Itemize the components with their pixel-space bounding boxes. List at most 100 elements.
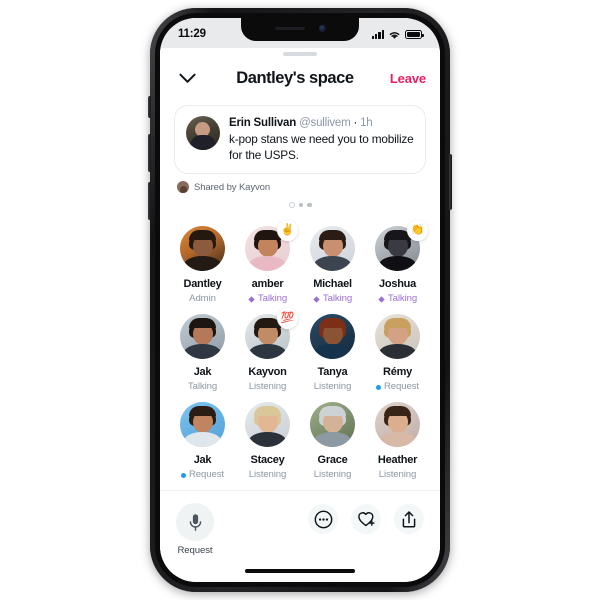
chevron-down-icon[interactable] (174, 65, 200, 91)
participant-status-label: Listening (248, 469, 287, 480)
talking-mic-icon (313, 295, 320, 303)
participant-name: Kayvon (248, 366, 287, 378)
page-dot-2[interactable] (298, 202, 303, 208)
talking-mic-icon (378, 295, 385, 303)
participant-avatar-wrap (375, 402, 420, 447)
participant-status: Listening (379, 469, 417, 481)
battery-icon (405, 30, 424, 39)
shared-by-row: Shared by Kayvon (177, 181, 440, 193)
action-icons-group (308, 504, 424, 534)
participant-avatar-wrap (180, 402, 225, 447)
participant-dantley-0[interactable]: Dantley Admin (170, 226, 235, 305)
participant-status-label: Admin (189, 293, 216, 304)
participant-status-label: Listening (313, 381, 352, 392)
participant-name: Joshua (378, 278, 416, 290)
share-icon[interactable] (394, 504, 424, 534)
tweet-timestamp: 1h (360, 117, 373, 129)
tweet-text-column: Erin Sullivan @sullivem · 1h k-pop stans… (229, 116, 414, 163)
tweet-meta-separator: · (350, 117, 361, 129)
participant-status: Request (180, 469, 224, 481)
leave-button[interactable]: Leave (390, 71, 426, 86)
participant-avatar-wrap (245, 402, 290, 447)
participant-tanya-6[interactable]: Tanya Listening (300, 314, 365, 393)
participant-status: Listening (314, 469, 352, 481)
participant-name: Rémy (383, 366, 412, 378)
participant-avatar (310, 314, 355, 359)
volume-down-button[interactable] (148, 182, 151, 220)
tweet-meta: Erin Sullivan @sullivem · 1h (229, 116, 414, 131)
shared-tweet-card[interactable]: Erin Sullivan @sullivem · 1h k-pop stans… (174, 105, 426, 174)
phone-screen: 11:29 Dantley's space Leave Erin Sulliva… (160, 18, 440, 582)
participant-avatar (375, 402, 420, 447)
participant-kayvon-5[interactable]: 💯 Kayvon Listening (235, 308, 300, 393)
shared-by-avatar (177, 181, 189, 193)
bottom-action-bar: Request (160, 490, 440, 560)
participant-heather-11[interactable]: Heather Listening (365, 402, 430, 481)
request-mic-group[interactable]: Request (176, 503, 214, 556)
participant-status: Talking (313, 293, 352, 305)
request-indicator-dot (180, 472, 186, 478)
home-indicator-area (160, 560, 440, 582)
microphone-icon[interactable] (176, 503, 214, 541)
participant-reaction-emoji: ✌️ (277, 220, 298, 241)
volume-up-button[interactable] (148, 134, 151, 172)
page-dot-3[interactable] (307, 202, 312, 208)
sheet-grabber[interactable] (283, 52, 317, 56)
participant-amber-1[interactable]: ✌️ amber Talking (235, 220, 300, 305)
participant-avatar-wrap (180, 314, 225, 359)
participant-reaction-emoji: 👏 (407, 220, 428, 241)
participant-grace-10[interactable]: Grace Listening (300, 402, 365, 481)
home-indicator[interactable] (245, 569, 355, 573)
participant-avatar-wrap: 👏 (375, 220, 428, 271)
front-camera (318, 25, 326, 32)
participant-name: Jak (193, 454, 212, 466)
participant-avatar-wrap (310, 226, 355, 271)
heart-plus-icon[interactable] (351, 504, 381, 534)
status-time: 11:29 (178, 28, 206, 40)
tweet-author-handle: @sullivem (299, 117, 351, 129)
participant-jak-4[interactable]: Jak Talking (170, 314, 235, 393)
participant-avatar-wrap (310, 314, 355, 359)
more-options-icon[interactable] (308, 504, 338, 534)
participant-avatar-wrap (310, 402, 355, 447)
participant-name: amber (251, 278, 284, 290)
participant-status-label: Talking (257, 293, 288, 304)
participant-status-label: Listening (313, 469, 352, 480)
status-indicators (371, 30, 424, 40)
participant-stacey-9[interactable]: Stacey Listening (235, 402, 300, 481)
participant-avatar-wrap: 💯 (245, 308, 298, 359)
participant-avatar (180, 226, 225, 271)
participant-joshua-3[interactable]: 👏 Joshua Talking (365, 220, 430, 305)
sheet-grabber-area (160, 48, 440, 60)
earpiece-speaker (274, 26, 305, 31)
participant-status-label: Talking (187, 381, 218, 392)
shared-by-label: Shared by Kayvon (194, 181, 271, 193)
participant-status: Listening (249, 381, 287, 393)
participant-avatar (310, 226, 355, 271)
participant-status: Talking (188, 381, 217, 393)
participant-name: Tanya (317, 366, 348, 378)
participant-rmy-7[interactable]: Rémy Request (365, 314, 430, 393)
participant-status: Talking (378, 293, 417, 305)
status-bar: 11:29 (160, 18, 440, 48)
participant-jak-8[interactable]: Jak Request (170, 402, 235, 481)
participant-status: Listening (249, 469, 287, 481)
tweet-body-text: k-pop stans we need you to mobilize for … (229, 132, 414, 162)
mic-button-label: Request (177, 545, 213, 556)
cellular-signal-icon (371, 30, 384, 39)
participant-status-label: Listening (378, 469, 417, 480)
participant-name: Jak (193, 366, 212, 378)
participant-status: Admin (189, 293, 216, 305)
participant-status-label: Talking (387, 293, 418, 304)
talking-mic-icon (248, 295, 255, 303)
power-button[interactable] (449, 154, 452, 210)
participant-michael-2[interactable]: Michael Talking (300, 226, 365, 305)
tweet-author-avatar (186, 116, 220, 150)
silent-switch[interactable] (148, 96, 151, 118)
participant-name: Grace (317, 454, 348, 466)
participant-avatar (310, 402, 355, 447)
participant-name: Dantley (183, 278, 222, 290)
participants-grid: Dantley Admin ✌️ amber Talking Michael Talking… (160, 208, 440, 490)
participant-status: Listening (314, 381, 352, 393)
participant-avatar (245, 402, 290, 447)
